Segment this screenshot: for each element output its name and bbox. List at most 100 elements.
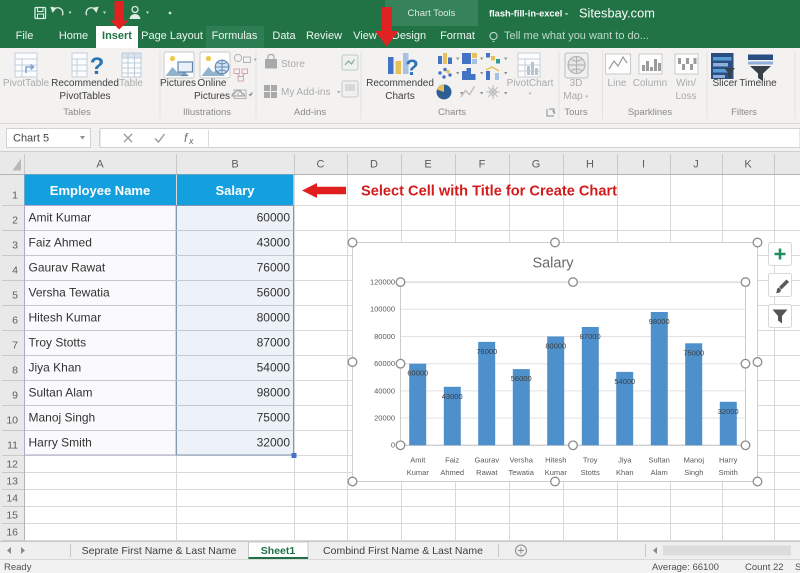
svg-text:Table: Table — [119, 78, 143, 89]
svg-text:Versha Tewatia: Versha Tewatia — [29, 286, 110, 300]
svg-text:2: 2 — [12, 215, 18, 227]
svg-text:76000: 76000 — [476, 347, 497, 356]
svg-text:40000: 40000 — [374, 386, 395, 395]
svg-text:56000: 56000 — [257, 286, 291, 300]
svg-text:14: 14 — [6, 493, 18, 505]
svg-text:80000: 80000 — [374, 332, 395, 341]
svg-text:43000: 43000 — [257, 236, 291, 250]
svg-text:Charts: Charts — [438, 107, 466, 118]
svg-text:60000: 60000 — [407, 369, 428, 378]
svg-text:D: D — [370, 159, 378, 171]
svg-text:75000: 75000 — [257, 411, 291, 425]
svg-text:56000: 56000 — [511, 374, 532, 383]
svg-text:100000: 100000 — [370, 305, 395, 314]
svg-text:6: 6 — [12, 315, 18, 327]
svg-text:G: G — [532, 159, 541, 171]
svg-text:Smith: Smith — [719, 468, 738, 477]
svg-text:Singh: Singh — [684, 468, 703, 477]
svg-text:Tables: Tables — [63, 107, 91, 118]
svg-text:Sultan Alam: Sultan Alam — [29, 386, 93, 400]
svg-text:80000: 80000 — [257, 311, 291, 325]
svg-text:Troy Stotts: Troy Stotts — [29, 336, 87, 350]
svg-text:Khan: Khan — [616, 468, 634, 477]
svg-text:Sparklines: Sparklines — [628, 107, 673, 118]
svg-text:Faiz Ahmed: Faiz Ahmed — [29, 236, 92, 250]
svg-text:E: E — [424, 159, 431, 171]
svg-text:Select Cell with Title for Cre: Select Cell with Title for Create Chart — [361, 184, 617, 200]
svg-text:75000: 75000 — [683, 348, 704, 357]
svg-text:76000: 76000 — [257, 261, 291, 275]
svg-text:Salary: Salary — [532, 256, 574, 272]
svg-text:87000: 87000 — [257, 336, 291, 350]
svg-text:PivotTables: PivotTables — [59, 91, 110, 102]
svg-text:Line: Line — [608, 78, 627, 89]
svg-text:Amit: Amit — [410, 456, 426, 465]
svg-text:43000: 43000 — [442, 392, 463, 401]
svg-text:1: 1 — [12, 190, 18, 202]
svg-text:12: 12 — [6, 459, 18, 471]
svg-text:Illustrations: Illustrations — [183, 107, 231, 118]
svg-text:Salary: Salary — [215, 183, 255, 198]
svg-text:Tours: Tours — [564, 107, 587, 118]
svg-text:Harry Smith: Harry Smith — [29, 436, 92, 450]
svg-text:C: C — [317, 159, 325, 171]
svg-text:I: I — [642, 159, 645, 171]
svg-text:Rawat: Rawat — [476, 468, 498, 477]
svg-text:54000: 54000 — [614, 377, 635, 386]
svg-text:80000: 80000 — [545, 342, 566, 351]
svg-text:Jiya Khan: Jiya Khan — [29, 361, 82, 375]
svg-text:Pictures: Pictures — [194, 91, 230, 102]
svg-text:My Add-ins: My Add-ins — [281, 87, 330, 98]
svg-text:Map: Map — [563, 91, 583, 102]
svg-text:Combind First Name & Last Name: Combind First Name & Last Name — [323, 545, 483, 557]
svg-text:Chart 5: Chart 5 — [13, 133, 49, 145]
svg-text:Gaurav Rawat: Gaurav Rawat — [29, 261, 106, 275]
svg-text:60000: 60000 — [374, 359, 395, 368]
svg-text:Recommended: Recommended — [366, 78, 434, 89]
svg-text:Alam: Alam — [651, 468, 668, 477]
svg-text:K: K — [744, 159, 752, 171]
svg-text:16: 16 — [6, 527, 18, 539]
svg-text:7: 7 — [12, 340, 18, 352]
svg-text:Tewatia: Tewatia — [508, 468, 534, 477]
svg-text:60000: 60000 — [257, 211, 291, 225]
svg-text:Win/: Win/ — [676, 78, 696, 89]
svg-text:98000: 98000 — [257, 386, 291, 400]
svg-text:0: 0 — [391, 441, 395, 450]
svg-text:Ahmed: Ahmed — [440, 468, 464, 477]
svg-text:Amit Kumar: Amit Kumar — [29, 211, 92, 225]
svg-text:Column: Column — [633, 78, 667, 89]
svg-text:Jiya: Jiya — [618, 456, 632, 465]
svg-text:Timeline: Timeline — [739, 78, 777, 89]
svg-text:32000: 32000 — [257, 436, 291, 450]
svg-text:Stotts: Stotts — [581, 468, 600, 477]
svg-text:Pictures: Pictures — [160, 78, 196, 89]
svg-text:9: 9 — [12, 390, 18, 402]
svg-text:Kumar: Kumar — [545, 468, 568, 477]
svg-text:Hitesh Kumar: Hitesh Kumar — [29, 311, 102, 325]
svg-text:15: 15 — [6, 510, 18, 522]
svg-text:Versha: Versha — [510, 456, 534, 465]
svg-text:Manoj Singh: Manoj Singh — [29, 411, 96, 425]
svg-text:120000: 120000 — [370, 278, 395, 287]
svg-text:3: 3 — [12, 240, 18, 252]
svg-text:8: 8 — [12, 365, 18, 377]
svg-text:4: 4 — [12, 265, 18, 277]
svg-text:?: ? — [405, 55, 418, 80]
svg-text:Kumar: Kumar — [407, 468, 430, 477]
svg-text:87000: 87000 — [580, 332, 601, 341]
svg-text:98000: 98000 — [649, 317, 670, 326]
svg-text:A: A — [96, 159, 104, 171]
svg-text:Sheet1: Sheet1 — [261, 545, 296, 557]
svg-text:Loss: Loss — [675, 91, 696, 102]
svg-text:32000: 32000 — [718, 407, 739, 416]
svg-text:5: 5 — [12, 290, 18, 302]
svg-text:Filters: Filters — [731, 107, 757, 118]
svg-text:Gaurav: Gaurav — [474, 456, 499, 465]
svg-text:Seprate First Name & Last Name: Seprate First Name & Last Name — [82, 545, 237, 557]
svg-text:10: 10 — [6, 415, 18, 427]
svg-text:J: J — [693, 159, 699, 171]
svg-text:Sultan: Sultan — [649, 456, 670, 465]
svg-text:Harry: Harry — [719, 456, 738, 465]
svg-text:13: 13 — [6, 476, 18, 488]
